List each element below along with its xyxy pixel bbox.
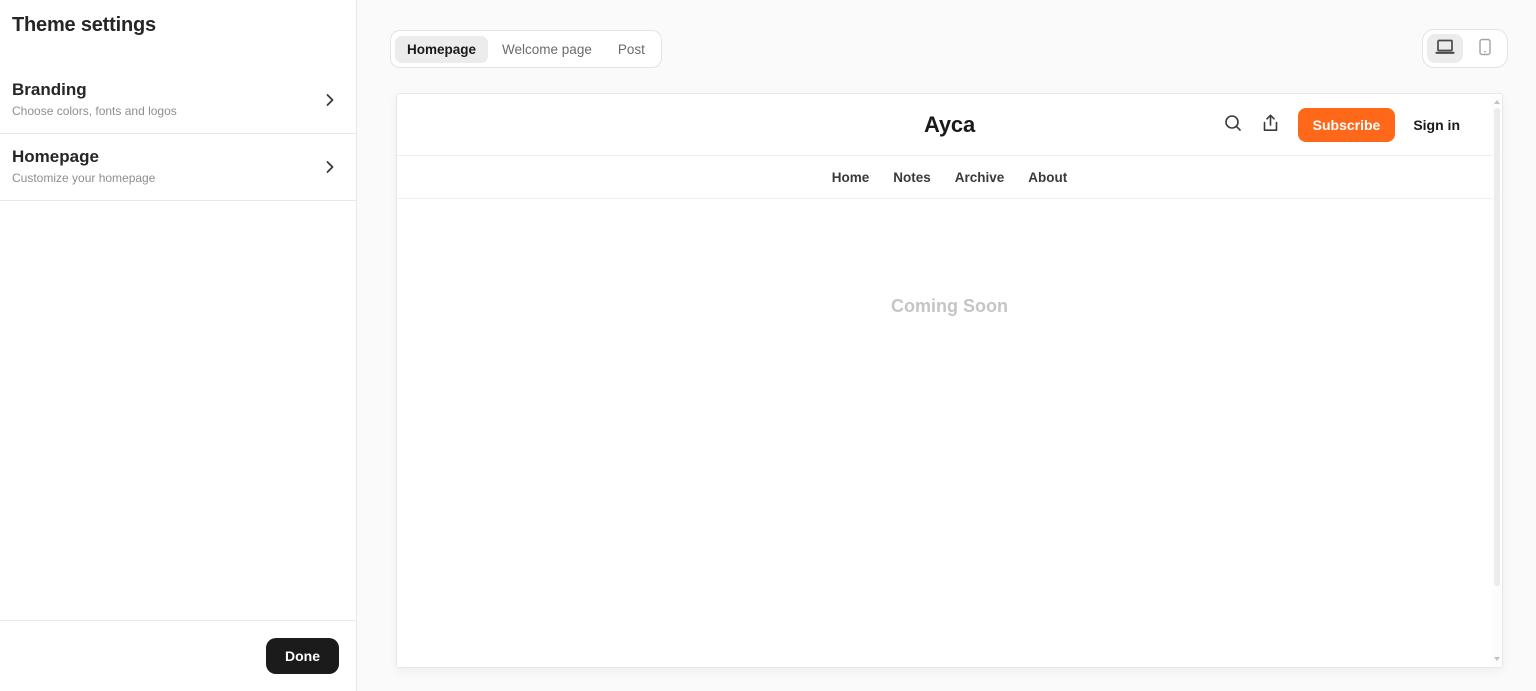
scroll-up-icon[interactable] — [1492, 97, 1501, 107]
sidebar-footer: Done — [0, 620, 356, 691]
preview-site-header: Ayca Subscribe Sign in — [397, 94, 1502, 156]
chevron-right-icon — [322, 92, 338, 108]
tab-homepage[interactable]: Homepage — [395, 35, 489, 63]
preview-area: Homepage Welcome page Post Ayca Subscrib… — [358, 0, 1536, 691]
sidebar-item-homepage[interactable]: Homepage Customize your homepage — [0, 134, 356, 201]
laptop-icon — [1434, 38, 1456, 59]
preview-site-nav: Home Notes Archive About — [397, 156, 1502, 199]
site-title: Ayca — [924, 111, 975, 137]
done-button[interactable]: Done — [266, 638, 339, 674]
page-title: Theme settings — [12, 14, 156, 36]
device-toggle — [1422, 29, 1508, 68]
homepage-label: Homepage — [12, 147, 99, 166]
sidebar-item-branding[interactable]: Branding Choose colors, fonts and logos — [0, 67, 356, 134]
search-icon — [1223, 113, 1243, 136]
tab-post[interactable]: Post — [606, 36, 657, 63]
chevron-right-icon — [322, 159, 338, 175]
branding-description: Choose colors, fonts and logos — [12, 104, 177, 118]
share-button[interactable] — [1261, 113, 1280, 136]
preview-site-body: Coming Soon — [397, 199, 1502, 667]
tab-welcome-page[interactable]: Welcome page — [490, 36, 604, 63]
site-preview-panel: Ayca Subscribe Sign in Home Notes Archiv… — [396, 93, 1503, 668]
search-button[interactable] — [1223, 113, 1243, 136]
preview-tab-group: Homepage Welcome page Post — [390, 30, 662, 68]
branding-label: Branding — [12, 80, 87, 99]
nav-link-archive[interactable]: Archive — [955, 170, 1005, 185]
nav-link-home[interactable]: Home — [832, 170, 870, 185]
nav-link-notes[interactable]: Notes — [893, 170, 931, 185]
preview-scrollbar[interactable] — [1492, 95, 1501, 666]
scroll-down-icon[interactable] — [1492, 654, 1501, 664]
theme-settings-sidebar: Theme settings Branding Choose colors, f… — [0, 0, 357, 691]
settings-list: Branding Choose colors, fonts and logos … — [0, 67, 356, 201]
nav-link-about[interactable]: About — [1028, 170, 1067, 185]
subscribe-button[interactable]: Subscribe — [1297, 107, 1396, 142]
site-header-actions: Subscribe Sign in — [1223, 107, 1460, 142]
scrollbar-thumb[interactable] — [1493, 108, 1500, 586]
share-icon — [1261, 113, 1280, 136]
desktop-view-button[interactable] — [1427, 34, 1463, 63]
coming-soon-text: Coming Soon — [891, 296, 1008, 316]
sign-in-link[interactable]: Sign in — [1413, 117, 1460, 133]
homepage-description: Customize your homepage — [12, 171, 156, 185]
mobile-phone-icon — [1478, 37, 1492, 60]
mobile-view-button[interactable] — [1467, 34, 1503, 63]
